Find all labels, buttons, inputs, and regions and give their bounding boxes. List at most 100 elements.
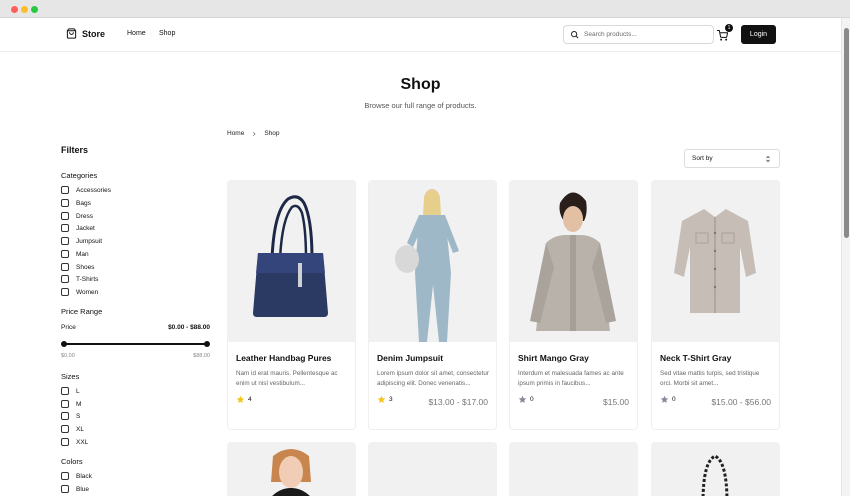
search-input[interactable] <box>584 26 709 43</box>
checkbox[interactable] <box>61 224 69 232</box>
star-icon <box>377 395 386 403</box>
color-checkbox[interactable]: Blue <box>61 485 89 493</box>
product-price: $15.00 <box>603 397 629 407</box>
category-checkbox[interactable]: Accessories <box>61 186 111 194</box>
checkbox[interactable] <box>61 425 69 433</box>
category-checkbox[interactable]: Bags <box>61 199 91 207</box>
product-card[interactable] <box>227 442 356 496</box>
product-rating: 0 <box>660 395 676 404</box>
category-checkbox[interactable]: Dress <box>61 212 93 220</box>
scrollbar-thumb[interactable] <box>844 28 849 238</box>
checkbox[interactable] <box>61 212 69 220</box>
product-description: Nam id erat mauris. Pellentesque ac enim… <box>236 370 338 387</box>
star-icon <box>660 395 669 403</box>
product-image[interactable] <box>227 442 356 496</box>
category-checkbox[interactable]: Jumpsuit <box>61 237 102 245</box>
product-card[interactable]: Shirt Mango Gray Interdum et malesuada f… <box>509 180 638 430</box>
minimize-window-button[interactable] <box>21 6 28 13</box>
checkbox[interactable] <box>61 485 69 493</box>
category-checkbox[interactable]: Man <box>61 250 89 258</box>
search-icon <box>571 31 579 39</box>
brand-logo[interactable]: Store <box>66 28 105 39</box>
slider-max-label: $88.00 <box>193 353 210 359</box>
product-image[interactable] <box>228 181 355 342</box>
sizes-title: Sizes <box>61 372 80 381</box>
breadcrumb-home[interactable]: Home <box>227 130 244 137</box>
maximize-window-button[interactable] <box>31 6 38 13</box>
price-value: $0.00 - $88.00 <box>168 324 210 331</box>
checkbox[interactable] <box>61 199 69 207</box>
category-checkbox[interactable]: Jacket <box>61 224 95 232</box>
product-name[interactable]: Denim Jumpsuit <box>377 353 443 363</box>
product-card[interactable]: Neck T-Shirt Gray Sed vitae mattis turpi… <box>651 180 780 430</box>
nav-link-shop[interactable]: Shop <box>159 30 175 37</box>
chevron-right-icon <box>253 131 256 136</box>
product-image[interactable] <box>510 181 637 342</box>
size-checkbox[interactable]: S <box>61 412 80 420</box>
checkbox[interactable] <box>61 412 69 420</box>
rating-value: 0 <box>672 396 676 403</box>
checkbox[interactable] <box>61 186 69 194</box>
rating-value: 4 <box>248 396 252 403</box>
cart-count-badge: 1 <box>725 24 733 32</box>
filters-title: Filters <box>61 145 89 155</box>
checkbox[interactable] <box>61 250 69 258</box>
scrollbar[interactable] <box>841 18 850 496</box>
checkbox-label: Shoes <box>76 263 95 271</box>
cart-button[interactable]: 1 <box>716 24 733 42</box>
product-name[interactable]: Shirt Mango Gray <box>518 353 589 363</box>
size-checkbox[interactable]: XXL <box>61 438 88 446</box>
checkbox[interactable] <box>61 438 69 446</box>
color-checkbox[interactable]: Black <box>61 472 92 480</box>
product-description: Sed vitae mattis turpis, sed tristique o… <box>660 370 760 387</box>
checkbox-label: XL <box>76 425 84 433</box>
checkbox[interactable] <box>61 400 69 408</box>
product-price: $13.00 - $17.00 <box>428 397 488 407</box>
product-card[interactable] <box>368 442 497 496</box>
category-checkbox[interactable]: Shoes <box>61 263 94 271</box>
price-slider[interactable] <box>61 341 210 347</box>
sort-label: Sort by <box>692 155 713 162</box>
checkbox-label: Blue <box>76 485 90 493</box>
product-name[interactable]: Neck T-Shirt Gray <box>660 353 731 363</box>
size-checkbox[interactable]: M <box>61 400 81 408</box>
product-card[interactable]: Denim Jumpsuit Lorem ipsum dolor sit ame… <box>368 180 497 430</box>
categories-title: Categories <box>61 171 98 180</box>
category-checkbox[interactable]: Women <box>61 288 98 296</box>
product-name[interactable]: Leather Handbag Pures <box>236 353 331 363</box>
checkbox-label: S <box>76 412 81 420</box>
checkbox[interactable] <box>61 263 69 271</box>
product-image[interactable] <box>652 181 779 342</box>
product-card[interactable] <box>509 442 638 496</box>
sort-select[interactable]: Sort by <box>684 149 780 168</box>
product-card[interactable] <box>651 442 780 496</box>
checkbox[interactable] <box>61 288 69 296</box>
product-image[interactable] <box>369 181 496 342</box>
nav-link-home[interactable]: Home <box>127 30 146 37</box>
product-price: $15.00 - $56.00 <box>711 397 771 407</box>
size-checkbox[interactable]: L <box>61 387 80 395</box>
checkbox-label: Black <box>76 472 92 480</box>
breadcrumb: Home Shop <box>227 130 280 137</box>
checkbox[interactable] <box>61 275 69 283</box>
colors-title: Colors <box>61 457 83 466</box>
checkbox[interactable] <box>61 387 69 395</box>
checkbox-label: Women <box>76 288 99 296</box>
checkbox-label: Bags <box>76 199 91 207</box>
search-box <box>563 25 714 44</box>
checkbox[interactable] <box>61 472 69 480</box>
size-checkbox[interactable]: XL <box>61 425 84 433</box>
category-checkbox[interactable]: T-Shirts <box>61 275 98 283</box>
close-window-button[interactable] <box>11 6 18 13</box>
top-navbar: Store Home Shop 1 Login <box>0 18 841 52</box>
login-button[interactable]: Login <box>741 25 776 44</box>
star-icon <box>236 395 245 403</box>
product-card[interactable]: Leather Handbag Pures Nam id erat mauris… <box>227 180 356 430</box>
checkbox[interactable] <box>61 237 69 245</box>
product-image[interactable] <box>651 442 780 496</box>
browser-window: Store Home Shop 1 Login Shop Browse our … <box>0 0 850 496</box>
slider-max-handle[interactable] <box>204 341 210 347</box>
slider-min-label: $0.00 <box>61 353 75 359</box>
page-title: Shop <box>400 76 441 93</box>
slider-min-handle[interactable] <box>61 341 67 347</box>
